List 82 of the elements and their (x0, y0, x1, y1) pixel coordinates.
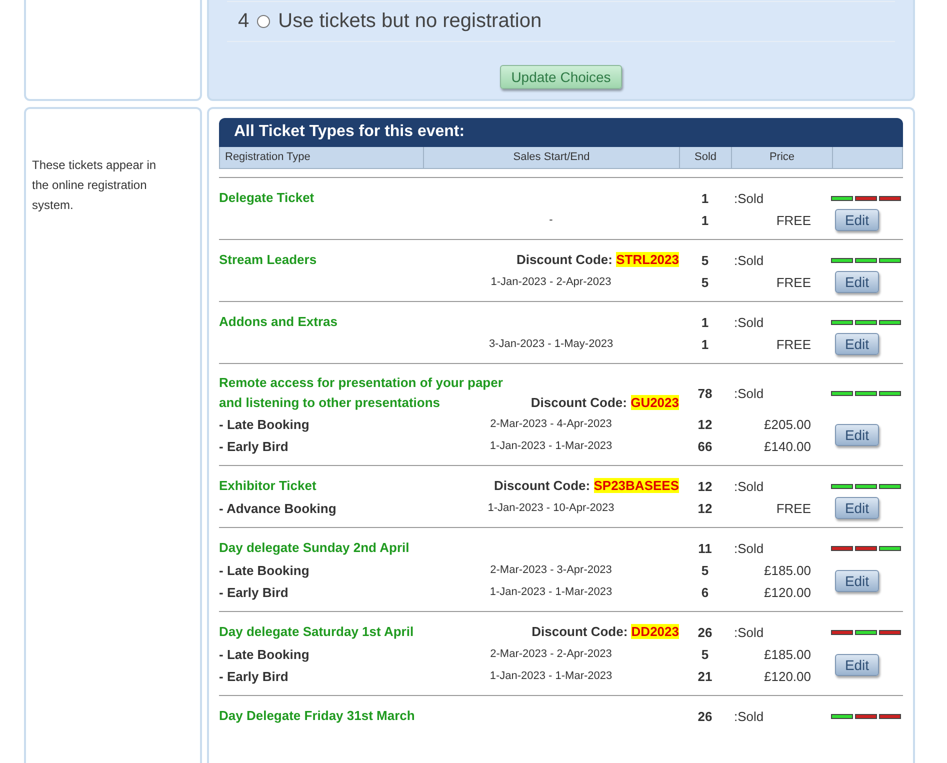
ticket-name: Remote access for presentation of your paper and listening to other presentations (219, 374, 504, 412)
sold-count: 6 (700, 584, 710, 600)
discount-code: Discount Code: SP23BASEES (494, 477, 679, 495)
sales-dates: 2-Mar-2023 - 4-Apr-2023 (489, 418, 613, 430)
booking-type: - Advance Booking (219, 500, 338, 516)
discount-code: Discount Code: GU2023 (530, 394, 679, 412)
booking-type: - Early Bird (219, 438, 290, 454)
sold-total: 26 (696, 708, 714, 724)
edit-button[interactable]: Edit (834, 570, 880, 592)
booking-type: - Late Booking (219, 416, 310, 432)
sales-dates: - (548, 214, 554, 226)
sold-label: :Sold (733, 252, 765, 268)
price: £185.00 (763, 562, 811, 578)
sold-count: 1 (700, 336, 710, 352)
sold-count: 12 (696, 500, 714, 516)
sold-total: 78 (696, 386, 714, 400)
sold-label: :Sold (733, 386, 765, 400)
price: £205.00 (763, 416, 811, 432)
sold-count: 1 (700, 212, 710, 228)
choice-label: Use tickets but no registration (278, 10, 542, 33)
booking-type: - Early Bird (219, 668, 290, 684)
edit-button[interactable]: Edit (834, 654, 880, 676)
ticket-name: Exhibitor Ticket (219, 477, 318, 495)
sales-dates: 1-Jan-2023 - 10-Apr-2023 (486, 502, 616, 514)
sold-count: 66 (696, 438, 714, 454)
sidebar-note: These tickets appear in the online registration system. (32, 157, 158, 214)
column-header: Sold (680, 147, 732, 168)
ticket-name: Delegate Ticket (219, 189, 316, 207)
edit-button[interactable]: Edit (834, 424, 880, 446)
edit-button[interactable]: Edit (834, 333, 880, 355)
sold-label: :Sold (733, 314, 765, 330)
column-header: Price (732, 147, 833, 168)
edit-button[interactable]: Edit (834, 497, 880, 519)
sold-total: 1 (700, 190, 710, 206)
price: £120.00 (763, 668, 811, 684)
sold-count: 12 (696, 416, 714, 432)
ticket-name: Day delegate Sunday 2nd April (219, 539, 410, 557)
booking-type: - Late Booking (219, 562, 310, 578)
ticket-name: Day Delegate Friday 31st March (219, 707, 416, 725)
sold-total: 5 (700, 252, 710, 268)
sold-label: :Sold (733, 540, 765, 556)
update-choices-button[interactable]: Update Choices (500, 65, 622, 89)
sold-count: 21 (696, 668, 714, 684)
sales-dates: 1-Jan-2023 - 1-Mar-2023 (488, 440, 614, 452)
price: £185.00 (763, 646, 811, 662)
sales-dates: 1-Jan-2023 - 1-Mar-2023 (488, 670, 614, 682)
sales-dates: 3-Jan-2023 - 1-May-2023 (488, 338, 614, 350)
choice-number: 4 (238, 10, 250, 33)
price: FREE (775, 274, 811, 290)
price: £120.00 (763, 584, 811, 600)
sold-count: 5 (700, 646, 710, 662)
discount-code: Discount Code: STRL2023 (516, 251, 679, 269)
ticket-name: Addons and Extras (219, 313, 338, 331)
sold-label: :Sold (733, 478, 765, 494)
sold-total: 12 (696, 478, 714, 494)
price: £140.00 (763, 438, 811, 454)
ticket-name: Day delegate Saturday 1st April (219, 623, 415, 641)
sold-total: 26 (696, 624, 714, 640)
column-header: Registration Type (220, 147, 424, 168)
sold-count: 5 (700, 274, 710, 290)
sold-label: :Sold (733, 190, 765, 206)
discount-code: Discount Code: DD2023 (532, 623, 679, 641)
sold-label: :Sold (733, 624, 765, 640)
ticket-name: Stream Leaders (219, 251, 318, 269)
sales-dates: 1-Jan-2023 - 1-Mar-2023 (488, 586, 614, 598)
table-title: All Ticket Types for this event: (219, 118, 903, 147)
price: FREE (775, 500, 811, 516)
sold-label: :Sold (733, 708, 765, 724)
edit-button[interactable]: Edit (834, 209, 880, 231)
sales-dates: 1-Jan-2023 - 2-Apr-2023 (490, 276, 612, 288)
booking-type: - Late Booking (219, 646, 310, 662)
booking-type: - Early Bird (219, 584, 290, 600)
sales-dates: 2-Mar-2023 - 3-Apr-2023 (489, 564, 613, 576)
sold-count: 5 (700, 562, 710, 578)
radio-button[interactable] (257, 15, 270, 28)
edit-button[interactable]: Edit (834, 271, 880, 293)
sold-total: 1 (700, 314, 710, 330)
price: FREE (775, 336, 811, 352)
column-header: Sales Start/End (424, 147, 680, 168)
price: FREE (775, 212, 811, 228)
sales-dates: 2-Mar-2023 - 2-Apr-2023 (489, 648, 613, 660)
sold-total: 11 (697, 540, 713, 556)
